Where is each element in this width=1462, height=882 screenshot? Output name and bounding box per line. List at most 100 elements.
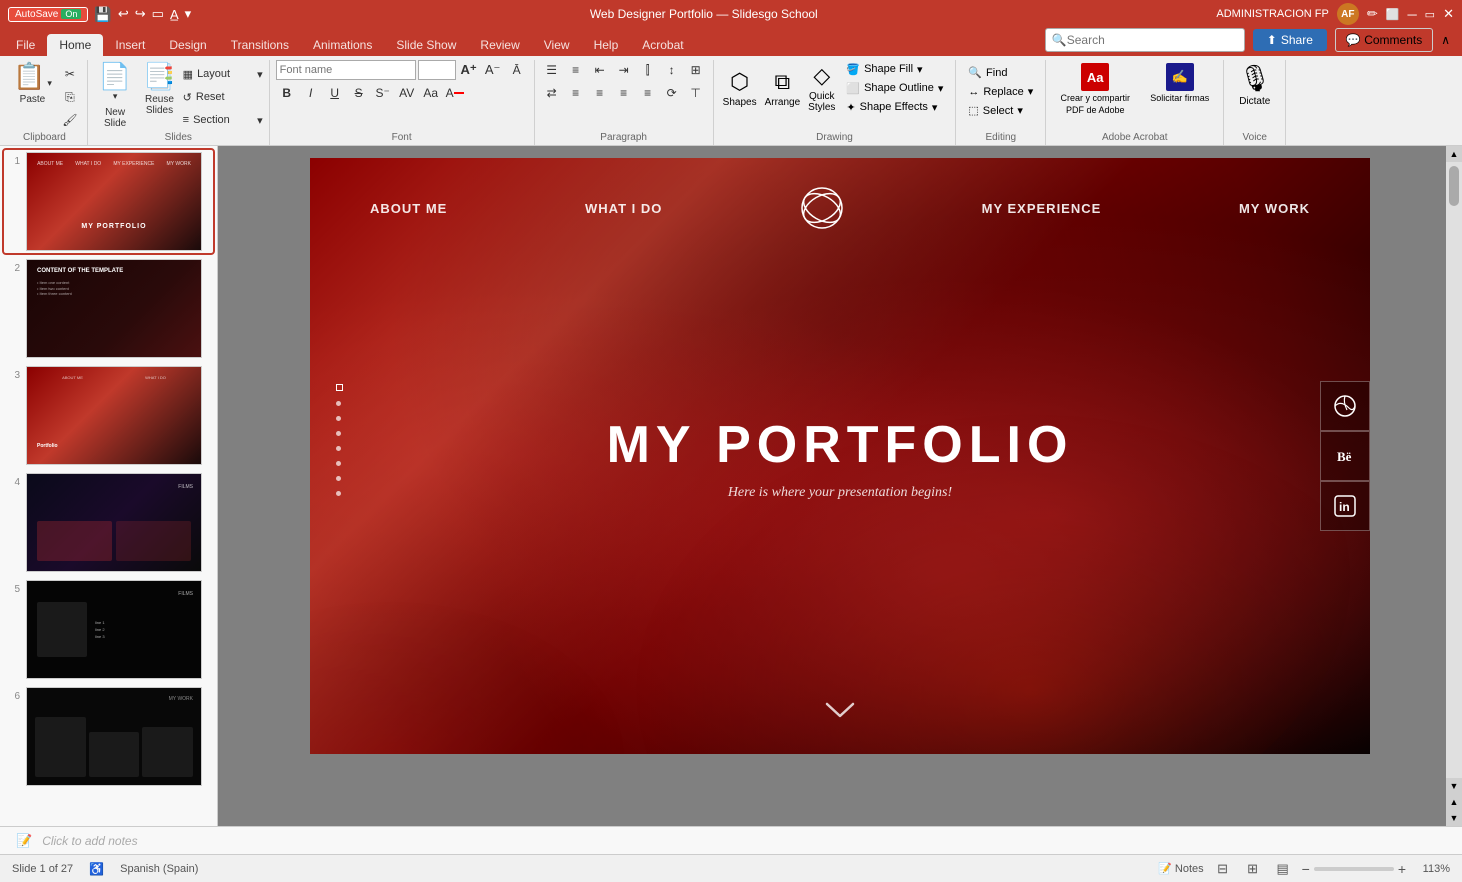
scroll-down2-button[interactable]: ▼ [1446,810,1462,826]
smart-art-button[interactable]: ⊞ [685,60,707,80]
font-increase-button[interactable]: A⁺ [458,60,480,80]
zoom-in-button[interactable]: + [1398,861,1406,877]
tab-file[interactable]: File [4,34,47,56]
search-box[interactable]: 🔍 [1045,28,1245,52]
find-button[interactable]: 🔍 Find [962,64,1013,81]
columns-button[interactable]: ⫿ [637,60,659,80]
format-button[interactable]: 🖌 [59,110,81,130]
replace-button[interactable]: ↔ Replace ▾ [962,83,1039,100]
shapes-label: Shapes [723,97,757,108]
search-input[interactable] [1067,33,1207,47]
quick-styles-button[interactable]: ◇ Quick Styles [805,60,838,116]
shape-fill-button[interactable]: 🪣 Shape Fill ▾ [840,61,949,78]
reading-view-button[interactable]: ▤ [1272,858,1294,880]
reuse-slides-button[interactable]: 📑 [138,60,180,92]
underline-button[interactable]: U [324,83,346,103]
accessibility-button[interactable]: ♿ [89,862,104,876]
new-slide-button[interactable]: 📄 ▾ [94,60,136,105]
zoom-out-button[interactable]: − [1302,861,1310,877]
text-direction-button[interactable]: ⟳ [661,83,683,103]
text-align-button[interactable]: ⊤ [685,83,707,103]
tab-animations[interactable]: Animations [301,34,384,56]
section-button[interactable]: ≡ Section ▾ [183,110,263,130]
slide-thumb-6[interactable]: 6 MY WORK [4,685,213,788]
slide-thumb-4[interactable]: 4 FILMS [4,471,213,574]
align-right-button[interactable]: ≡ [613,83,635,103]
share-button[interactable]: ⬆ Share [1253,29,1327,51]
maximize-icon[interactable]: ▭ [1425,8,1435,21]
restore-icon[interactable]: ⬜ [1386,8,1400,21]
copy-button[interactable]: ⎘ [59,87,81,107]
strikethrough-button[interactable]: S [348,83,370,103]
undo-icon[interactable]: ↩ [118,6,129,22]
tab-help[interactable]: Help [582,34,631,56]
reset-button[interactable]: ↺ Reset [183,87,263,107]
comments-button[interactable]: 💬 Comments [1335,28,1433,52]
pen-icon[interactable]: ✏ [1367,6,1378,22]
minimize-icon[interactable]: ─ [1407,7,1416,22]
autosave-badge[interactable]: AutoSave On [8,7,88,22]
align-left-button[interactable]: ≡ [565,83,587,103]
tab-review[interactable]: Review [468,34,531,56]
tab-acrobat[interactable]: Acrobat [630,34,695,56]
save-icon[interactable]: 💾 [94,6,111,23]
italic-button[interactable]: I [300,83,322,103]
tab-view[interactable]: View [532,34,582,56]
align-center-button[interactable]: ≡ [589,83,611,103]
shape-outline-button[interactable]: ⬜ Shape Outline ▾ [840,80,949,97]
bold-button[interactable]: B [276,83,298,103]
clear-format-button[interactable]: Ā [506,60,528,80]
admin-label: ADMINISTRACION FP [1216,8,1328,20]
convert-button[interactable]: ⇄ [541,83,563,103]
arrange-button[interactable]: ⧉ Arrange [762,66,804,111]
zoom-slider[interactable] [1314,867,1394,871]
layout-button[interactable]: ▦ Layout ▾ [183,64,263,84]
cut-button[interactable]: ✂ [59,64,81,84]
tab-home[interactable]: Home [47,34,103,56]
adobe-request-button[interactable]: ✍ Solicitar firmas [1142,60,1217,108]
collapse-ribbon-icon[interactable]: ∧ [1441,33,1450,47]
slide-thumb-3[interactable]: 3 ABOUT ME WHAT I DO Portfolio [4,364,213,467]
font-color-button[interactable]: A [444,83,466,103]
select-button[interactable]: ⬚ Select ▾ [962,102,1029,119]
font-decrease-button[interactable]: A⁻ [482,60,504,80]
slide-thumb-2[interactable]: 2 CONTENT OF THE TEMPLATE • Item one con… [4,257,213,360]
adobe-create-button[interactable]: Aa Crear y compartir PDF de Adobe [1052,60,1138,119]
shapes-button[interactable]: ⬡ Shapes [720,66,760,111]
bullets-button[interactable]: ☰ [541,60,563,80]
present-icon[interactable]: ▭ [152,6,164,22]
customize-icon[interactable]: ▾ [185,6,192,22]
font-size-input[interactable]: 9 [418,60,456,80]
case-button[interactable]: Aa [420,83,442,103]
slide-canvas[interactable]: ABOUT ME WHAT I DO MY EXPERIENCE MY WORK [310,158,1370,754]
tab-insert[interactable]: Insert [103,34,157,56]
dictate-button[interactable]: 🎙 Dictate [1230,60,1279,110]
zoom-level[interactable]: 113% [1414,863,1450,875]
tab-design[interactable]: Design [157,34,218,56]
notes-toggle-button[interactable]: 📝 Notes [1158,862,1204,875]
close-icon[interactable]: ✕ [1443,6,1454,22]
line-spacing-button[interactable]: ↕ [661,60,683,80]
numbering-button[interactable]: ≡ [565,60,587,80]
tab-transitions[interactable]: Transitions [219,34,301,56]
scroll-up2-button[interactable]: ▲ [1446,794,1462,810]
paste-button[interactable]: 📋 ▾ [8,60,57,92]
notes-text[interactable]: Click to add notes [42,834,137,848]
shape-effects-button[interactable]: ✦ Shape Effects ▾ [840,99,949,116]
tab-slideshow[interactable]: Slide Show [384,34,468,56]
slide-thumb-1[interactable]: 1 MY PORTFOLIO ABOUT ME WHAT I DO MY EXP… [4,150,213,253]
font-name-input[interactable] [276,60,416,80]
normal-view-button[interactable]: ⊟ [1212,858,1234,880]
slide-thumb-5[interactable]: 5 FILMS line 1 line 2 line 3 [4,578,213,681]
spacing-button[interactable]: AV [396,83,418,103]
slide-sorter-button[interactable]: ⊞ [1242,858,1264,880]
accessibility-icon[interactable]: A̲ [170,7,179,22]
justify-button[interactable]: ≡ [637,83,659,103]
shadow-button[interactable]: S⁻ [372,83,394,103]
scroll-up-button[interactable]: ▲ [1446,146,1462,162]
outdent-button[interactable]: ⇤ [589,60,611,80]
redo-icon[interactable]: ↪ [135,6,146,22]
scroll-thumb[interactable] [1449,166,1459,206]
scroll-down-button[interactable]: ▼ [1446,778,1462,794]
indent-button[interactable]: ⇥ [613,60,635,80]
